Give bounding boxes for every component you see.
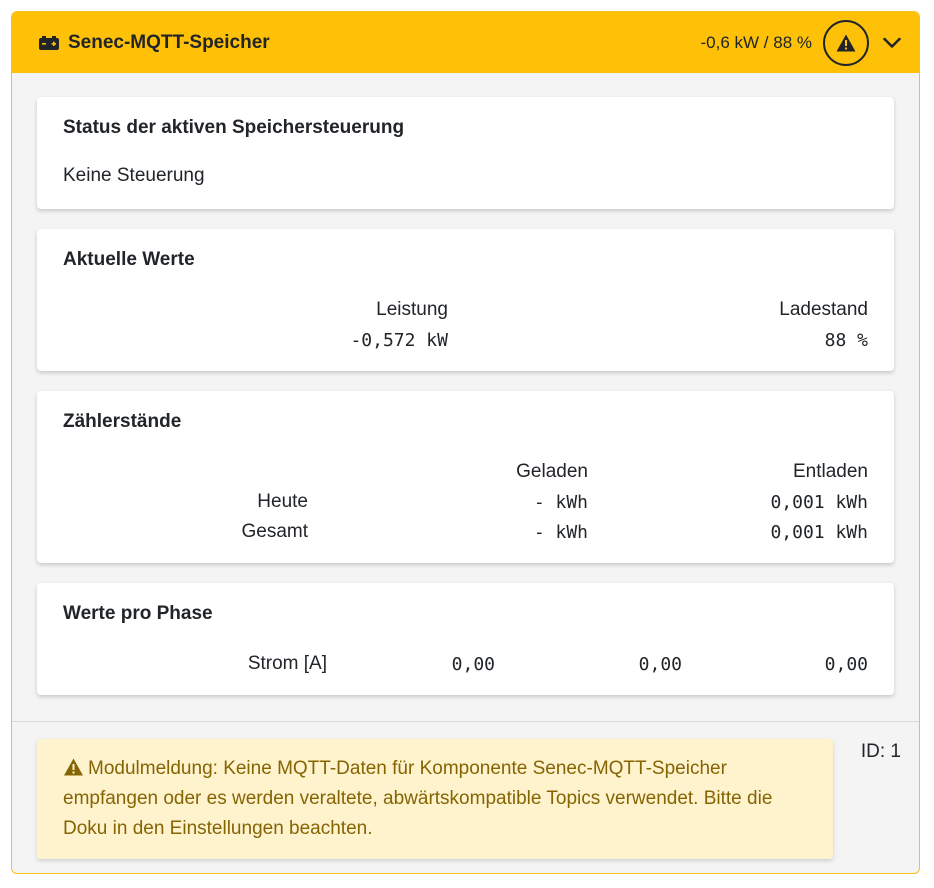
counters-title: Zählerstände bbox=[63, 411, 182, 432]
card-footer: Modulmeldung: Keine MQTT-Daten für Kompo… bbox=[12, 721, 919, 873]
phases-title: Werte pro Phase bbox=[63, 603, 213, 624]
phase-3-current: 0,00 bbox=[824, 654, 868, 675]
today-discharged: 0,001 kWh bbox=[770, 492, 868, 513]
power-label: Leistung bbox=[376, 299, 448, 320]
soc-value: 88 % bbox=[824, 330, 868, 351]
power-soc-summary: -0,6 kW / 88 % bbox=[700, 32, 812, 52]
phase-1-current: 0,00 bbox=[451, 654, 495, 675]
soc-label: Ladestand bbox=[779, 299, 868, 320]
status-value: Keine Steuerung bbox=[63, 165, 205, 186]
counters-panel: Zählerstände Geladen Entladen Heute - kW… bbox=[37, 391, 894, 563]
battery-icon bbox=[39, 35, 59, 50]
module-alert: Modulmeldung: Keine MQTT-Daten für Kompo… bbox=[37, 739, 833, 859]
phase-2-current: 0,00 bbox=[638, 654, 682, 675]
row-label-today: Heute bbox=[257, 491, 308, 512]
status-panel: Status der aktiven Speichersteuerung Kei… bbox=[37, 97, 894, 209]
col-charged-header: Geladen bbox=[516, 461, 588, 482]
total-discharged: 0,001 kWh bbox=[770, 522, 868, 543]
current-values-title: Aktuelle Werte bbox=[63, 249, 195, 270]
warning-icon bbox=[64, 758, 83, 776]
warning-icon bbox=[836, 34, 856, 51]
col-discharged-header: Entladen bbox=[792, 461, 868, 482]
total-charged: - kWh bbox=[533, 522, 588, 543]
power-value: -0,572 kW bbox=[350, 330, 448, 351]
phases-panel: Werte pro Phase Strom [A] 0,00 0,00 0,00 bbox=[37, 583, 894, 695]
chevron-down-icon[interactable] bbox=[881, 32, 903, 54]
row-label-total: Gesamt bbox=[241, 521, 308, 542]
today-charged: - kWh bbox=[533, 492, 588, 513]
status-title: Status der aktiven Speichersteuerung bbox=[63, 117, 405, 138]
card-header[interactable]: Senec-MQTT-Speicher -0,6 kW / 88 % bbox=[12, 12, 919, 73]
card-title: Senec-MQTT-Speicher bbox=[68, 31, 270, 53]
alert-text: Modulmeldung: Keine MQTT-Daten für Kompo… bbox=[63, 758, 773, 839]
warning-button[interactable] bbox=[823, 19, 869, 66]
storage-card: Senec-MQTT-Speicher -0,6 kW / 88 % Statu… bbox=[11, 11, 920, 874]
current-values-panel: Aktuelle Werte Leistung Ladestand -0,572… bbox=[37, 229, 894, 371]
current-label: Strom [A] bbox=[247, 653, 327, 674]
component-id: ID: 1 bbox=[860, 741, 901, 762]
